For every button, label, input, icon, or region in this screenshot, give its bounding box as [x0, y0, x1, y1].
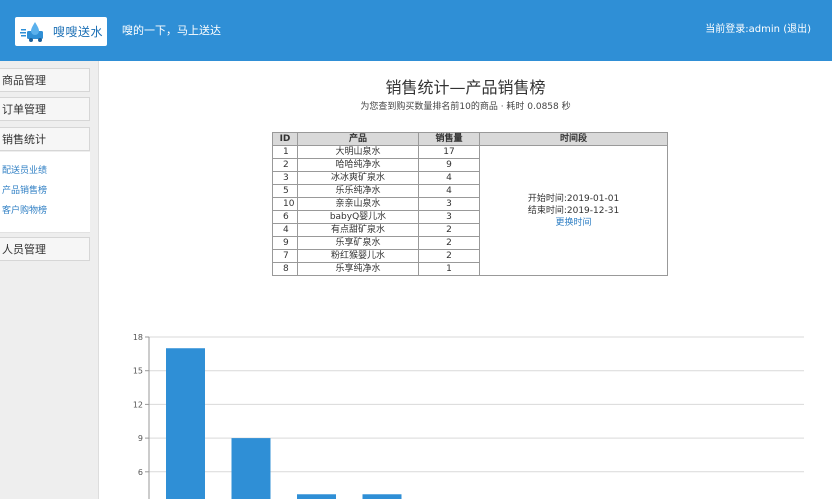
brand-name: 嗖嗖送水 [53, 25, 104, 39]
main-content: 销售统计—产品销售榜 为您查到购买数量排名前10的商品 · 耗时 0.0858 … [99, 61, 832, 499]
sales-submenu: 配送员业绩 产品销售榜 客户购物榜 [0, 152, 90, 233]
period-start: 开始时间:2019-01-01 [527, 193, 620, 204]
y-tick-label: 18 [133, 333, 143, 342]
bar-1[interactable] [166, 348, 205, 499]
col-period-header: 时间段 [479, 132, 668, 146]
cell-qty: 9 [418, 158, 480, 172]
cell-product: 大明山泉水 [297, 145, 419, 159]
brand-logo[interactable]: 嗖嗖送水 [15, 17, 107, 46]
cell-product: 乐享矿泉水 [297, 236, 419, 250]
cell-id: 6 [272, 210, 298, 224]
result-summary: 为您查到购买数量排名前10的商品 · 耗时 0.0858 秒 [360, 102, 571, 112]
menu-order-management[interactable]: 订单管理 [0, 97, 90, 121]
change-period-link[interactable]: 更换时间 [555, 218, 591, 228]
cell-id: 4 [272, 223, 298, 237]
cell-qty: 2 [418, 249, 480, 263]
bar-4[interactable] [362, 494, 402, 499]
current-user-label: 当前登录:admin [705, 24, 780, 35]
cell-id: 2 [272, 158, 298, 172]
cell-product: 粉红猴婴儿水 [297, 249, 419, 263]
logout-link[interactable]: (退出) [783, 24, 811, 35]
y-tick-label: 12 [133, 400, 143, 409]
cell-product: 乐乐纯净水 [297, 184, 419, 198]
period-end: 结束时间:2019-12-31 [527, 205, 620, 216]
cell-id: 7 [272, 249, 298, 263]
cell-id: 5 [272, 184, 298, 198]
cell-product: 乐享纯净水 [297, 262, 419, 276]
cell-qty: 4 [418, 171, 480, 185]
cell-qty: 4 [418, 184, 480, 198]
sidebar: 商品管理 订单管理 销售统计 配送员业绩 产品销售榜 客户购物榜 人员管理 [0, 61, 99, 499]
cell-product: 有点甜矿泉水 [297, 223, 419, 237]
cell-qty: 1 [418, 262, 480, 276]
page-title: 销售统计—产品销售榜 [385, 78, 546, 97]
col-qty-header: 销售量 [418, 132, 480, 146]
cell-product: 冰冰爽矿泉水 [297, 171, 419, 185]
y-tick-label: 9 [138, 434, 143, 443]
col-id-header: ID [272, 132, 298, 146]
y-tick-label: 6 [138, 468, 143, 477]
tagline: 嗖的一下，马上送达 [122, 24, 221, 37]
period-cell: 开始时间:2019-01-01 结束时间:2019-12-31 更换时间 [479, 145, 668, 276]
cell-qty: 17 [418, 145, 480, 159]
user-info: 当前登录:admin (退出) [705, 20, 811, 35]
cell-id: 8 [272, 262, 298, 276]
table-header-row: ID 产品 销售量 时间段 [272, 132, 668, 146]
cell-id: 3 [272, 171, 298, 185]
submenu-product-ranking[interactable]: 产品销售榜 [2, 183, 47, 196]
cell-product: babyQ婴儿水 [297, 210, 419, 224]
cell-qty: 3 [418, 197, 480, 211]
cell-id: 1 [272, 145, 298, 159]
cell-product: 亲亲山泉水 [297, 197, 419, 211]
cell-id: 9 [272, 236, 298, 250]
submenu-customer-ranking[interactable]: 客户购物榜 [2, 203, 47, 216]
cell-id: 10 [272, 197, 298, 211]
menu-product-management[interactable]: 商品管理 [0, 68, 90, 92]
cell-qty: 2 [418, 223, 480, 237]
col-product-header: 产品 [297, 132, 419, 146]
menu-staff-management[interactable]: 人员管理 [0, 237, 90, 261]
sales-ranking-table: ID 产品 销售量 时间段 1 大明山泉水 17 开始时间:2019-01-01… [272, 132, 668, 276]
table-row: 1 大明山泉水 17 开始时间:2019-01-01 结束时间:2019-12-… [272, 145, 668, 276]
cell-qty: 2 [418, 236, 480, 250]
bar-3[interactable] [297, 494, 336, 499]
cell-qty: 3 [418, 210, 480, 224]
cell-product: 哈哈纯净水 [297, 158, 419, 172]
y-tick-label: 15 [133, 367, 143, 376]
menu-sales-statistics[interactable]: 销售统计 [0, 127, 90, 151]
submenu-courier-performance[interactable]: 配送员业绩 [2, 163, 47, 176]
water-truck-icon [20, 22, 43, 42]
sales-bar-chart: 6 9 12 15 18 [133, 333, 804, 499]
bar-2[interactable] [231, 438, 271, 499]
top-header: 嗖嗖送水 嗖的一下，马上送达 当前登录:admin (退出) [0, 0, 832, 61]
